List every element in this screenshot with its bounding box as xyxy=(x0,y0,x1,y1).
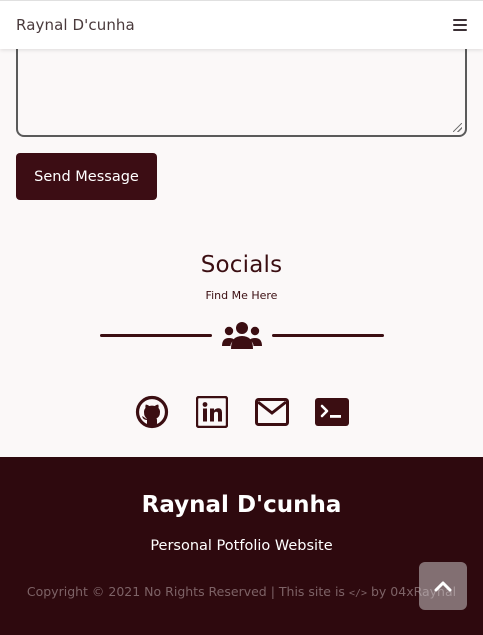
brand-link[interactable]: Raynal D'cunha xyxy=(16,16,135,34)
navbar: Raynal D'cunha xyxy=(0,0,483,49)
chevron-up-icon xyxy=(434,581,452,592)
social-links xyxy=(0,395,483,429)
divider-line-left xyxy=(99,333,212,337)
scroll-to-top-button[interactable] xyxy=(419,562,467,610)
message-textarea[interactable] xyxy=(16,40,467,137)
users-icon xyxy=(221,322,262,349)
mail-icon[interactable] xyxy=(254,395,289,429)
terminal-icon[interactable] xyxy=(314,395,349,429)
code-icon: </> xyxy=(348,588,367,599)
divider-line-right xyxy=(271,333,384,337)
github-icon[interactable] xyxy=(135,395,169,429)
socials-subtitle: Find Me Here xyxy=(205,289,278,302)
footer-tagline: Personal Potfolio Website xyxy=(150,538,333,554)
hamburger-icon[interactable] xyxy=(453,19,467,31)
resize-grip-icon[interactable] xyxy=(453,123,462,132)
send-message-button[interactable]: Send Message xyxy=(16,153,157,200)
linkedin-icon[interactable] xyxy=(195,395,229,429)
footer-name: Raynal D'cunha xyxy=(141,492,342,518)
copyright-text: Copyright © 2021 No Rights Reserved | Th… xyxy=(0,584,483,599)
copyright-prefix: Copyright © 2021 No Rights Reserved | Th… xyxy=(26,584,345,599)
section-divider xyxy=(0,318,483,352)
footer: Raynal D'cunha Personal Potfolio Website… xyxy=(0,457,483,635)
socials-title: Socials xyxy=(200,252,283,278)
